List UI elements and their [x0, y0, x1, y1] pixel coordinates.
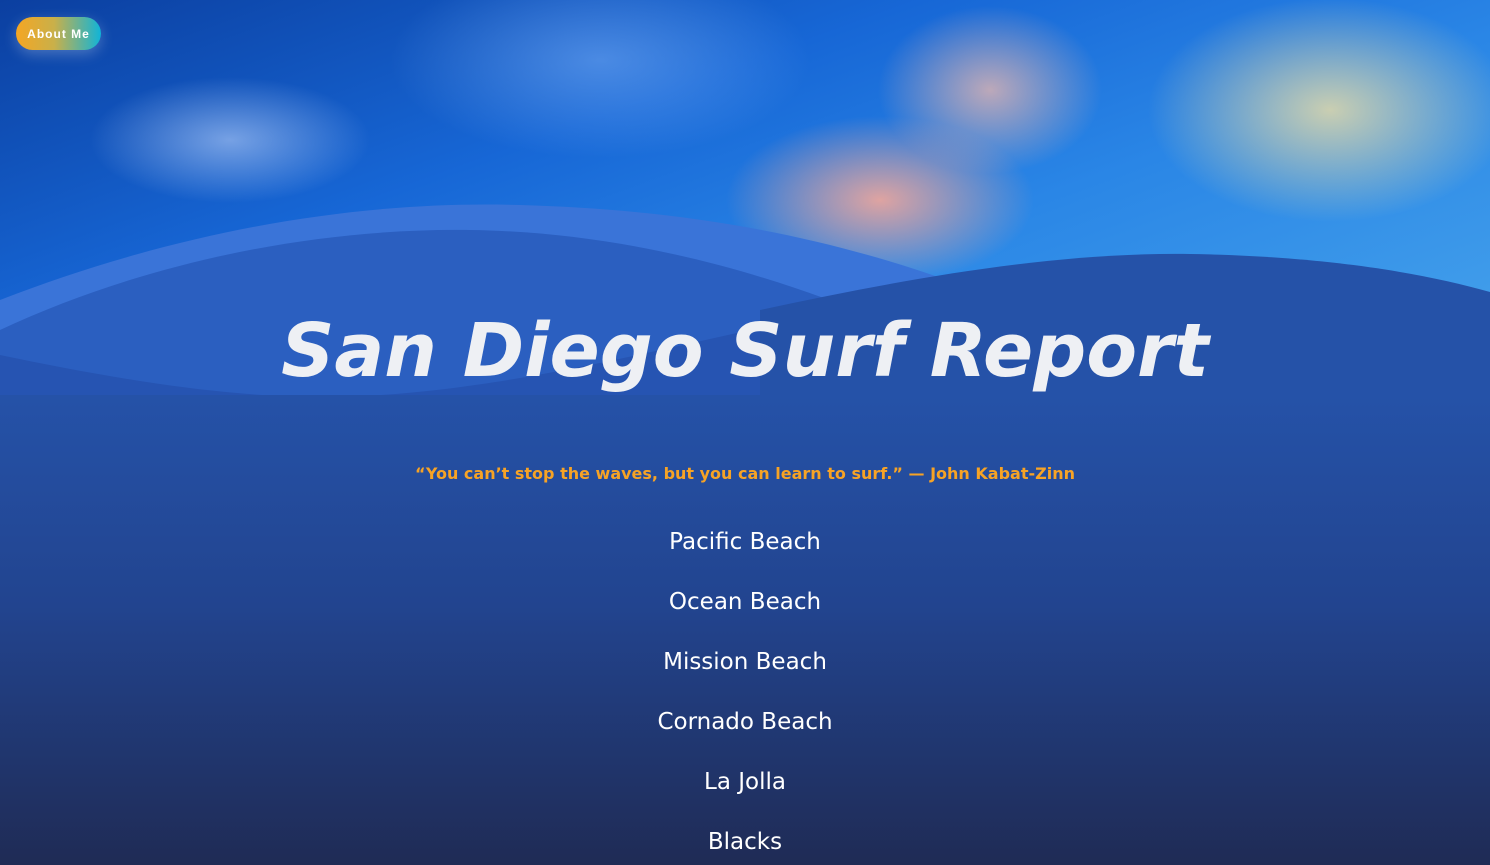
beach-label: Blacks — [707, 829, 783, 855]
beach-label: Mission Beach — [663, 649, 827, 675]
about-me-button[interactable]: About Me — [16, 17, 101, 50]
beach-link-la-jolla[interactable]: La Jolla — [0, 762, 1490, 822]
beach-link-blacks[interactable]: Blacks — [0, 822, 1490, 865]
beach-link-pacific-beach[interactable]: Pacific Beach — [0, 522, 1490, 582]
beach-label: Ocean Beach — [668, 589, 822, 615]
beach-link-cornado-beach[interactable]: Cornado Beach — [0, 702, 1490, 762]
beach-label: Cornado Beach — [657, 709, 833, 735]
beach-label: La Jolla — [704, 769, 786, 795]
surf-quote: “You can’t stop the waves, but you can l… — [415, 464, 1075, 483]
beach-label: Pacific Beach — [669, 529, 821, 555]
page-title: San Diego Surf Report — [281, 308, 1209, 394]
beach-link-mission-beach[interactable]: Mission Beach — [0, 642, 1490, 702]
beach-link-ocean-beach[interactable]: Ocean Beach — [0, 582, 1490, 642]
beach-list: Pacific Beach Ocean Beach Mission Beach … — [0, 522, 1490, 865]
page: About Me San Diego Surf Report “You can’… — [0, 0, 1490, 865]
